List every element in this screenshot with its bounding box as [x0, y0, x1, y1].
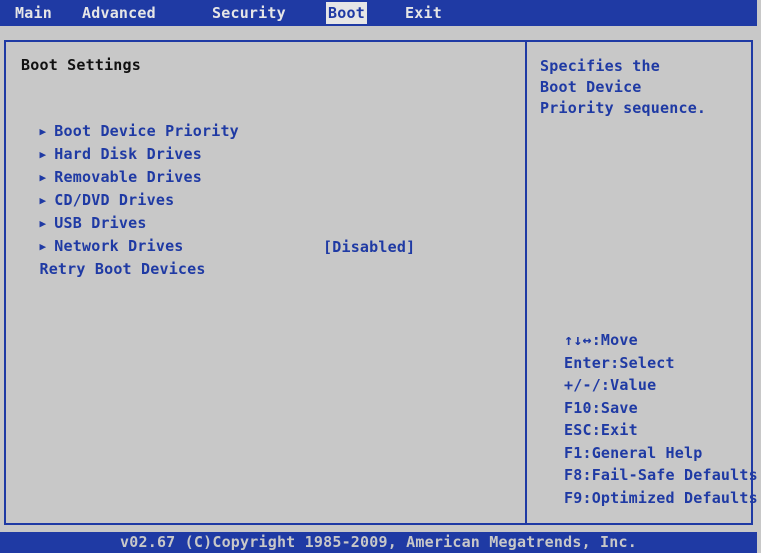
key-value: +/-/:Value	[564, 376, 657, 394]
help-text: Specifies the Boot Device Priority seque…	[540, 56, 740, 119]
key-save: F10:Save	[564, 398, 638, 417]
copyright-footer: v02.67 (C)Copyright 1985-2009, American …	[0, 532, 757, 553]
option-usb-drives[interactable]: ▶ USB Drives	[21, 190, 147, 232]
menu-item-boot[interactable]: Boot	[326, 2, 367, 24]
key-select: Enter:Select	[564, 353, 675, 372]
right-edge	[757, 0, 761, 553]
menu-item-advanced[interactable]: Advanced	[80, 2, 158, 24]
key-move: ↑↓↔:Move	[564, 331, 638, 349]
help-line: Specifies the	[540, 57, 660, 75]
option-hard-disk-drives[interactable]: ▶ Hard Disk Drives	[21, 121, 202, 163]
key-exit: ESC:Exit	[564, 421, 638, 439]
menu-bar: Main Advanced Security Boot Exit	[0, 0, 757, 26]
panel-divider	[525, 40, 527, 525]
menu-item-main[interactable]: Main	[13, 2, 54, 24]
option-network-drives[interactable]: ▶ Network Drives	[21, 213, 184, 255]
option-cd-dvd-drives[interactable]: ▶ CD/DVD Drives	[21, 167, 174, 209]
help-line: Boot Device	[540, 78, 642, 96]
key-legend: ↑↓↔:Move Enter:Select +/-/:Value F10:Sav…	[564, 329, 758, 509]
key-help: F1:General Help	[564, 443, 703, 462]
key-fail-safe: F8:Fail-Safe Defaults	[564, 466, 758, 484]
menu-item-security[interactable]: Security	[210, 2, 288, 24]
retry-boot-devices-value[interactable]: [Disabled]	[323, 236, 415, 258]
option-retry-boot-devices[interactable]: Retry Boot Devices	[21, 236, 206, 278]
help-line: Priority sequence.	[540, 99, 707, 117]
menu-item-exit[interactable]: Exit	[403, 2, 444, 24]
panel-title: Boot Settings	[21, 56, 141, 74]
option-label: Retry Boot Devices	[39, 260, 206, 278]
key-optimized: F9:Optimized Defaults	[564, 488, 758, 507]
option-boot-device-priority[interactable]: ▶ Boot Device Priority	[21, 98, 239, 140]
option-removable-drives[interactable]: ▶ Removable Drives	[21, 144, 202, 186]
